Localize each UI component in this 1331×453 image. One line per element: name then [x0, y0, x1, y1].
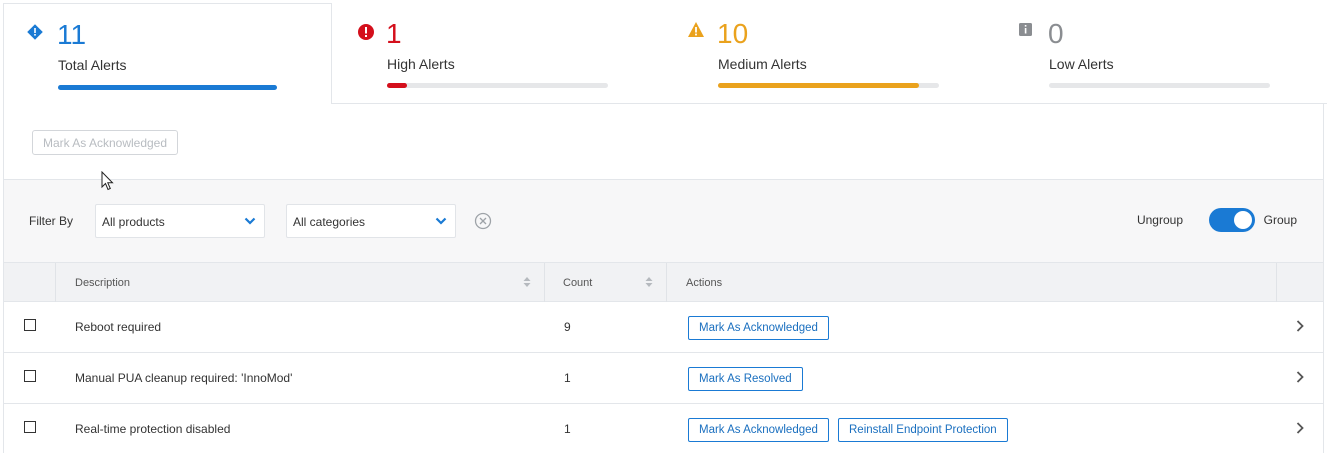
row-count: 1 [564, 422, 571, 436]
mark-acknowledged-button-disabled[interactable]: Mark As Acknowledged [32, 130, 178, 155]
ungroup-label: Ungroup [1136, 213, 1183, 227]
products-select-value: All products [102, 215, 165, 229]
alerts-toolbar: Mark As Acknowledged [3, 104, 1324, 179]
row-count: 9 [564, 320, 571, 334]
table-header: Description Count Actions [3, 262, 1324, 302]
mark-acknowledged-button[interactable]: Mark As Acknowledged [688, 418, 829, 442]
mark-acknowledged-button[interactable]: Mark As Acknowledged [688, 316, 829, 340]
tab-label: High Alerts [387, 56, 455, 72]
table-row[interactable]: Real-time protection disabled 1 Mark As … [3, 404, 1324, 453]
reinstall-endpoint-protection-button[interactable]: Reinstall Endpoint Protection [838, 418, 1008, 442]
group-toggle-control: Ungroup Group [1137, 206, 1297, 234]
tab-count: 10 [717, 18, 749, 49]
tab-count: 11 [57, 19, 87, 50]
column-header-actions: Actions [686, 277, 723, 289]
filter-by-label: Filter By [29, 214, 74, 228]
tab-label: Total Alerts [58, 57, 127, 73]
tab-medium-alerts[interactable]: 10 Medium Alerts [662, 0, 992, 104]
categories-select[interactable]: All categories [286, 204, 456, 238]
column-header-count[interactable]: Count [563, 263, 592, 302]
row-count: 1 [564, 371, 571, 385]
table-row[interactable]: Manual PUA cleanup required: 'InnoMod' 1… [3, 353, 1324, 404]
tab-high-alerts[interactable]: 1 High Alerts [332, 0, 662, 104]
chevron-right-icon[interactable] [1295, 370, 1305, 384]
tab-low-alerts[interactable]: 0 Low Alerts [992, 0, 1327, 104]
row-checkbox[interactable] [24, 370, 36, 382]
tab-total-alerts[interactable]: 11 Total Alerts [3, 3, 332, 104]
warning-triangle-icon [687, 21, 705, 39]
progress-bar-fill [58, 85, 277, 90]
table-row[interactable]: Reboot required 9 Mark As Acknowledged [3, 302, 1324, 353]
alerts-table: Description Count Actions Reboot require… [3, 262, 1324, 453]
sort-icon[interactable] [645, 276, 653, 288]
chevron-down-icon [435, 217, 447, 225]
progress-bar [58, 85, 277, 90]
row-checkbox[interactable] [24, 319, 36, 331]
progress-bar [718, 83, 939, 88]
alert-summary-tabs: 11 Total Alerts 1 High Alerts 10 Medium … [0, 0, 1331, 104]
progress-bar-fill [387, 83, 407, 88]
chevron-right-icon[interactable] [1295, 319, 1305, 333]
column-divider [55, 263, 56, 302]
progress-bar-fill [718, 83, 920, 88]
toggle-knob [1234, 211, 1252, 229]
products-select[interactable]: All products [95, 204, 265, 238]
chevron-right-icon[interactable] [1295, 421, 1305, 435]
column-divider [1276, 263, 1277, 302]
tab-label: Low Alerts [1049, 56, 1114, 72]
categories-select-value: All categories [293, 215, 366, 229]
row-description: Manual PUA cleanup required: 'InnoMod' [75, 371, 293, 385]
group-toggle-switch[interactable] [1209, 208, 1255, 232]
progress-bar [387, 83, 608, 88]
clear-filter-icon[interactable] [474, 212, 492, 230]
exclamation-circle-icon [357, 23, 375, 41]
info-square-icon [1017, 21, 1035, 39]
chevron-down-icon [244, 217, 256, 225]
progress-bar [1049, 83, 1270, 88]
tab-count: 0 [1048, 18, 1064, 49]
diamond-info-icon [26, 23, 44, 41]
group-label: Group [1263, 213, 1297, 227]
sort-icon[interactable] [523, 276, 531, 288]
tab-count: 1 [386, 18, 402, 49]
column-divider [544, 263, 545, 302]
filter-bar: Filter By All products All categories Un… [3, 179, 1324, 262]
row-description: Real-time protection disabled [75, 422, 231, 436]
mark-resolved-button[interactable]: Mark As Resolved [688, 367, 803, 391]
mouse-cursor-icon [101, 171, 114, 191]
column-divider [666, 263, 667, 302]
tab-label: Medium Alerts [718, 56, 807, 72]
row-checkbox[interactable] [24, 421, 36, 433]
row-description: Reboot required [75, 320, 162, 334]
column-header-description[interactable]: Description [75, 263, 130, 302]
